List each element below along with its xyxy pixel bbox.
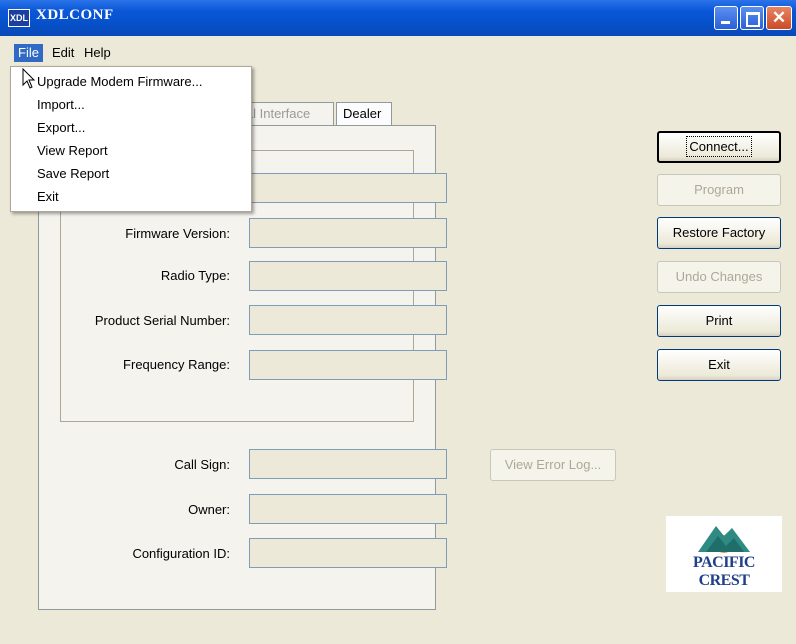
menu-bar: File Edit Help <box>0 36 796 66</box>
frequency-range-field[interactable] <box>249 350 447 380</box>
mouse-cursor-icon <box>22 68 36 89</box>
program-button[interactable]: Program <box>657 174 781 206</box>
connect-button[interactable]: Connect... <box>657 131 781 163</box>
call-sign-field[interactable] <box>249 449 447 479</box>
undo-changes-button[interactable]: Undo Changes <box>657 261 781 293</box>
hidden-field-1[interactable] <box>249 173 447 203</box>
frequency-range-label: Frequency Range: <box>123 357 230 372</box>
view-error-log-button[interactable]: View Error Log... <box>490 449 616 481</box>
connect-button-label: Connect... <box>686 136 752 157</box>
title-bar[interactable]: XDL XDLCONF ✕ <box>0 0 796 36</box>
menu-item-save-report[interactable]: Save Report <box>13 162 249 185</box>
file-menu-dropdown: Upgrade Modem Firmware... Import... Expo… <box>10 66 252 212</box>
print-button[interactable]: Print <box>657 305 781 337</box>
firmware-version-label: Firmware Version: <box>125 226 230 241</box>
pacific-crest-logo: PACIFIC CREST <box>666 516 782 592</box>
configuration-id-label: Configuration ID: <box>132 546 230 561</box>
exit-button[interactable]: Exit <box>657 349 781 381</box>
menu-item-exit[interactable]: Exit <box>13 185 249 208</box>
product-serial-number-field[interactable] <box>249 305 447 335</box>
window-title: XDLCONF <box>36 7 114 23</box>
owner-label: Owner: <box>188 502 230 517</box>
tab-dealer[interactable]: Dealer <box>336 102 392 126</box>
owner-field[interactable] <box>249 494 447 524</box>
mountain-icon <box>698 526 750 553</box>
call-sign-label: Call Sign: <box>174 457 230 472</box>
close-icon: ✕ <box>771 8 787 27</box>
configuration-id-field[interactable] <box>249 538 447 568</box>
minimize-button[interactable] <box>714 6 738 30</box>
firmware-version-field[interactable] <box>249 218 447 248</box>
logo-text: PACIFIC CREST <box>693 554 755 589</box>
menu-help[interactable]: Help <box>80 44 115 62</box>
menu-item-export[interactable]: Export... <box>13 116 249 139</box>
app-icon: XDL <box>8 9 30 27</box>
menu-file[interactable]: File <box>14 44 43 62</box>
close-button[interactable]: ✕ <box>766 6 792 30</box>
restore-factory-button[interactable]: Restore Factory <box>657 217 781 249</box>
menu-item-view-report[interactable]: View Report <box>13 139 249 162</box>
radio-type-field[interactable] <box>249 261 447 291</box>
menu-item-upgrade-modem-firmware[interactable]: Upgrade Modem Firmware... <box>13 70 249 93</box>
radio-type-label: Radio Type: <box>160 268 230 283</box>
menu-item-import[interactable]: Import... <box>13 93 249 116</box>
menu-edit[interactable]: Edit <box>48 44 78 62</box>
product-serial-number-label: Product Serial Number: <box>94 313 230 328</box>
maximize-button[interactable] <box>740 6 764 30</box>
